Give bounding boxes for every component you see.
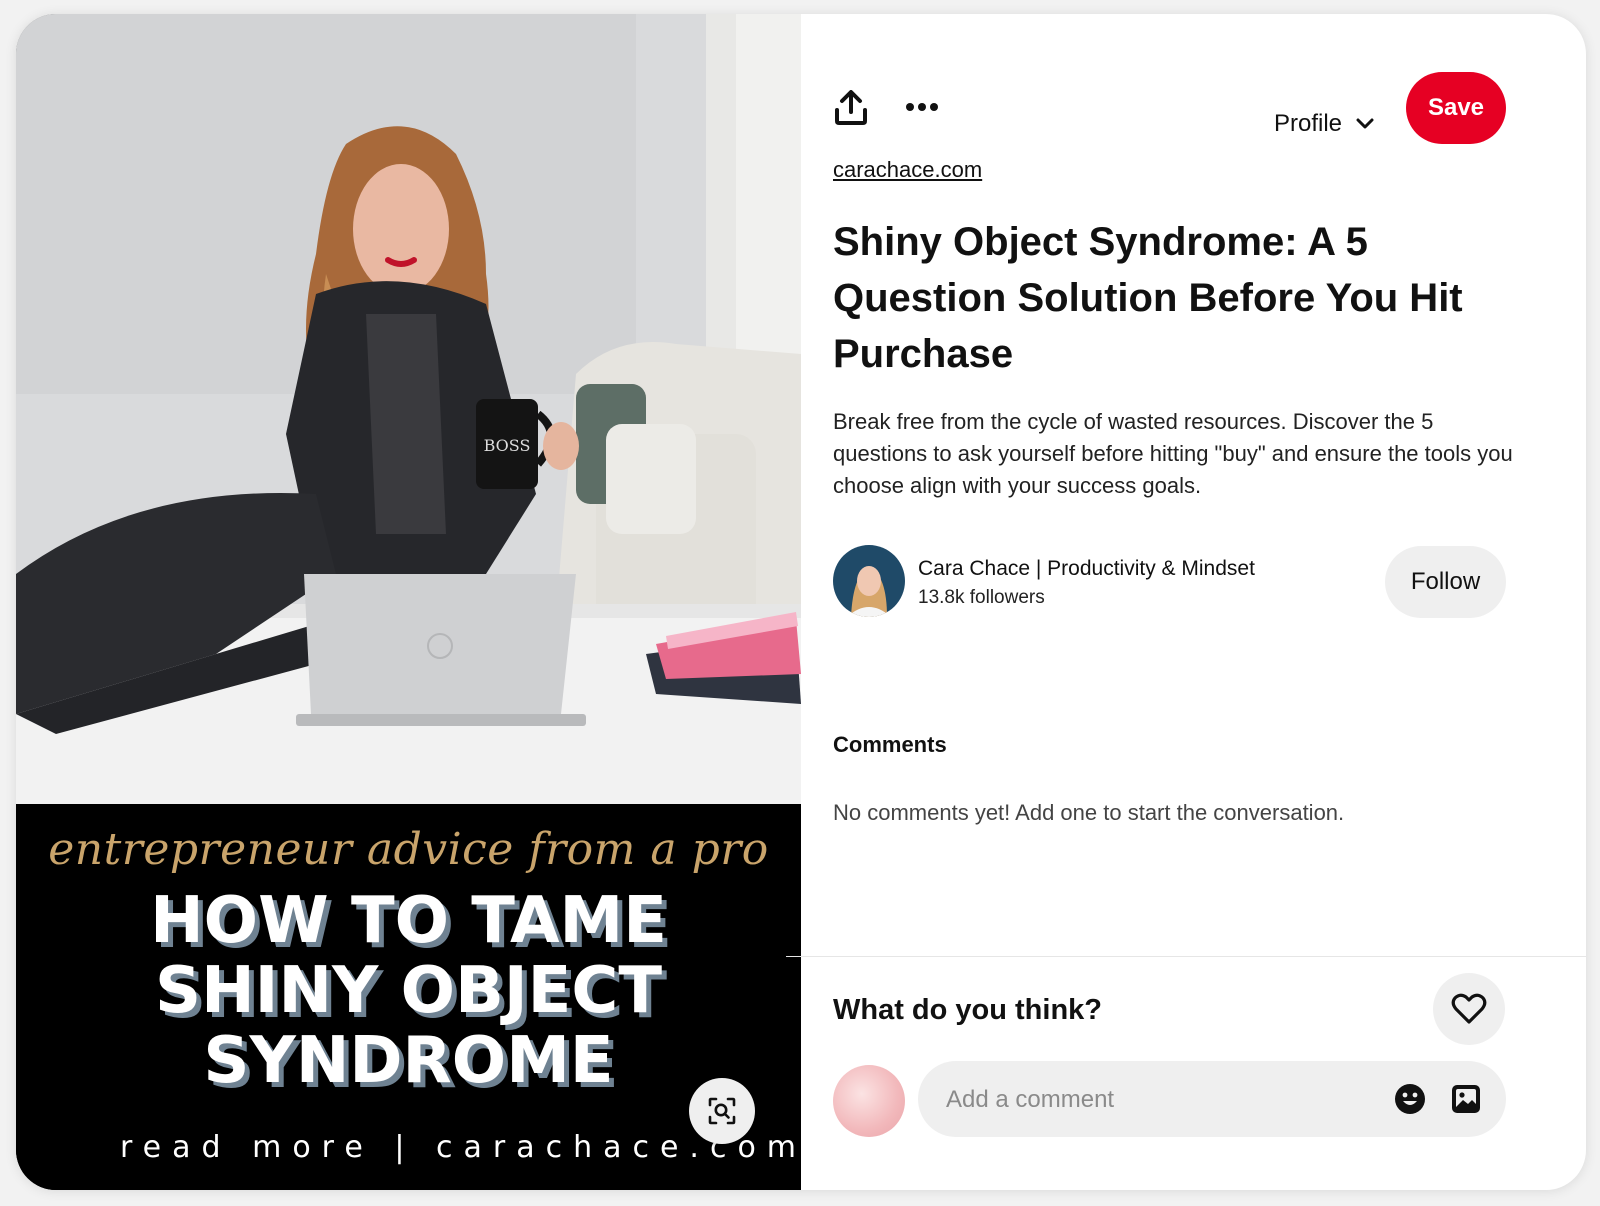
share-icon [835, 90, 867, 125]
banner-headline: HOW TO TAME SHINY OBJECT SYNDROME [16, 886, 801, 1096]
comments-heading[interactable]: Comments [833, 732, 947, 758]
emoji-button[interactable] [1394, 1083, 1426, 1115]
pin-title: Shiny Object Syndrome: A 5 Question Solu… [833, 220, 1463, 376]
visual-search-button[interactable] [689, 1078, 755, 1144]
divider [786, 956, 1586, 957]
share-button[interactable] [833, 88, 869, 128]
react-button[interactable] [1433, 973, 1505, 1045]
creator-name[interactable]: Cara Chace | Productivity & Mindset [918, 557, 1255, 581]
board-select-label: Profile [1274, 110, 1343, 137]
comment-box [918, 1061, 1506, 1139]
emoji-icon [1395, 1084, 1425, 1114]
feedback-prompt: What do you think? [833, 994, 1103, 1026]
banner-headline-line: SYNDROME [203, 1024, 614, 1098]
mug-text: BOSS [484, 436, 531, 455]
more-options-button[interactable] [902, 94, 942, 120]
user-avatar [833, 1065, 905, 1137]
banner-script-text: entrepreneur advice from a pro [48, 824, 769, 875]
follow-button[interactable]: Follow [1385, 546, 1506, 618]
comments-empty-message: No comments yet! Add one to start the co… [833, 800, 1345, 825]
add-image-button[interactable] [1450, 1083, 1482, 1115]
creator-followers: 13.8k followers [918, 587, 1045, 608]
save-button[interactable]: Save [1406, 72, 1506, 144]
banner-headline-line: SHINY OBJECT [155, 954, 662, 1028]
pin-closeup-card: BOSS entrepreneur advice from a pro HOW … [16, 14, 1586, 1190]
chevron-down-icon [1356, 118, 1374, 129]
heart-icon [1451, 993, 1487, 1024]
pin-image[interactable]: BOSS entrepreneur advice from a pro HOW … [16, 14, 801, 1190]
source-link[interactable]: carachace.com [833, 157, 982, 183]
banner-headline-line: HOW TO TAME [150, 884, 667, 958]
pin-banner: entrepreneur advice from a pro HOW TO TA… [16, 804, 801, 1190]
more-options-icon [906, 103, 938, 111]
board-select[interactable]: Profile [1274, 106, 1374, 142]
creator-avatar[interactable] [833, 545, 905, 617]
visual-search-icon [708, 1097, 736, 1125]
pin-photo: BOSS [16, 14, 801, 804]
comment-input[interactable] [944, 1061, 1378, 1139]
pin-description: Break free from the cycle of wasted reso… [833, 409, 1513, 498]
image-icon [1452, 1085, 1480, 1113]
